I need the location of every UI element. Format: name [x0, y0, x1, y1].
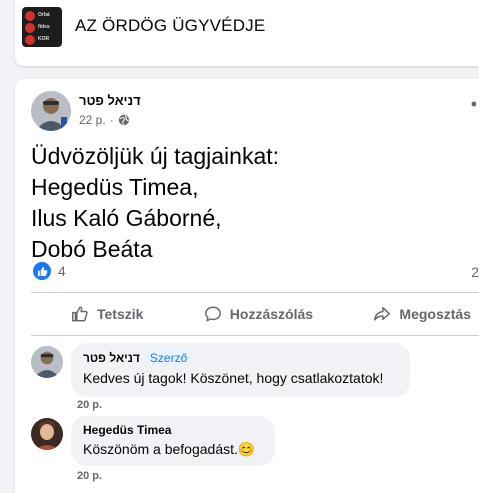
post-card: דניאל פטר 22 p. · • Üdvözöljük új tagjai… [15, 79, 479, 493]
post-time[interactable]: 22 p. [79, 113, 106, 127]
comment-author[interactable]: Hegedüs Timea [83, 423, 171, 437]
comment-button[interactable]: Hozzászólás [204, 305, 313, 323]
comment-avatar[interactable] [31, 418, 63, 450]
like-label: Tetszik [97, 306, 144, 322]
more-options-icon[interactable]: • [471, 95, 477, 113]
post-body-line: Dobó Beáta [31, 236, 153, 262]
group-header[interactable]: Orbá fides KOR AZ ÖRDÖG ÜGYVÉDJE [15, 0, 479, 66]
comment-text: Kedves új tagok! Köszönet, hogy csatlako… [83, 370, 384, 386]
divider [31, 292, 479, 293]
red-dot-icon [25, 35, 35, 45]
profile-photo-icon [31, 91, 71, 131]
post-author[interactable]: דניאל פטר [79, 93, 141, 108]
share-button[interactable]: Megosztás [373, 305, 471, 323]
globe-icon [118, 114, 129, 126]
thumb-text: fides [38, 24, 50, 30]
thumb-text: KOR [38, 36, 50, 42]
thumb-text: Orbá [38, 12, 50, 18]
comment-count[interactable]: 2 [471, 264, 479, 280]
comment-time[interactable]: 20 p. [77, 399, 102, 411]
post-body: Üdvözöljük új tagjainkat: Hegedüs Timea,… [31, 141, 279, 265]
comment-author[interactable]: דניאל פטר [83, 351, 140, 365]
meta-separator: · [109, 113, 114, 127]
post-body-line: Hegedüs Timea, [31, 174, 199, 200]
profile-photo-icon [31, 346, 63, 378]
like-button[interactable]: Tetszik [71, 305, 143, 323]
comment-bubble: דניאל פטר Szerző Kedves új tagok! Köszön… [71, 343, 410, 397]
red-dot-icon [25, 23, 35, 33]
post-meta: 22 p. · [79, 113, 130, 127]
share-label: Megosztás [399, 306, 471, 322]
post-body-line: Üdvözöljük új tagjainkat: [31, 143, 280, 169]
profile-photo-icon [31, 418, 63, 450]
divider [31, 335, 479, 336]
share-icon [374, 306, 391, 321]
avatar[interactable] [31, 91, 71, 131]
group-name[interactable]: AZ ÖRDÖG ÜGYVÉDJE [75, 16, 265, 36]
post-body-line: Ilus Kaló Gáborné, [31, 205, 222, 231]
reaction-count: 4 [58, 263, 66, 279]
comment-text: Köszönöm a befogadást.😊 [83, 441, 256, 457]
comment-bubble: Hegedüs Timea Köszönöm a befogadást.😊 [71, 416, 275, 466]
red-dot-icon [25, 11, 35, 21]
comment-icon [204, 306, 221, 322]
comment-avatar[interactable] [31, 346, 63, 378]
post-actions: Tetszik Hozzászólás Megosztás [31, 297, 479, 331]
like-reaction-icon [33, 262, 51, 280]
comment-time[interactable]: 20 p. [77, 470, 102, 482]
author-badge: Szerző [145, 350, 192, 366]
group-thumbnail[interactable]: Orbá fides KOR [22, 7, 62, 47]
reactions-summary[interactable]: 4 [33, 262, 66, 280]
comment-label: Hozzászólás [229, 306, 314, 322]
thumbs-up-icon [72, 306, 88, 322]
